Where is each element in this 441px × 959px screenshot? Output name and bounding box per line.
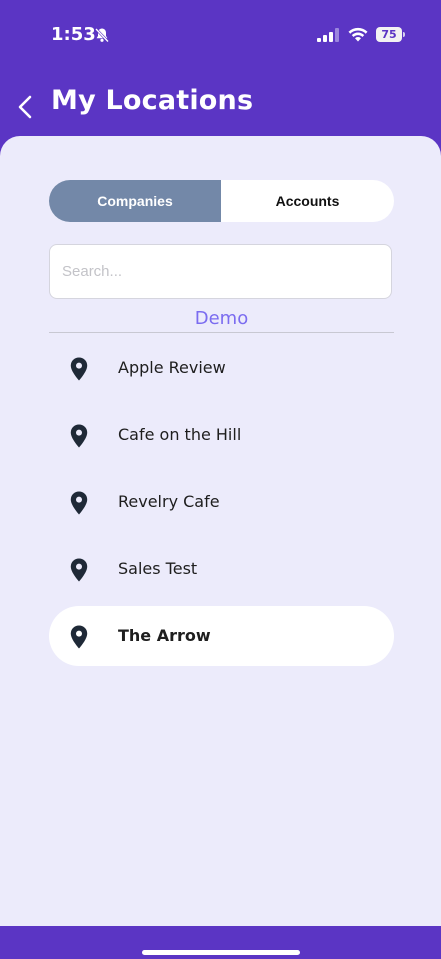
header: My Locations: [0, 70, 441, 140]
segmented-control: Companies Accounts: [49, 180, 394, 222]
battery-level: 75: [376, 27, 402, 42]
cellular-signal-icon: [317, 28, 339, 42]
location-label: Cafe on the Hill: [118, 425, 242, 444]
home-indicator[interactable]: [142, 950, 300, 955]
group-header: Demo: [194, 308, 249, 329]
page-title: My Locations: [51, 85, 254, 116]
map-pin-icon: [70, 558, 88, 582]
map-pin-icon: [70, 491, 88, 515]
map-pin-icon: [70, 625, 88, 649]
status-bar: 1:53 75: [0, 0, 441, 70]
search-box: [49, 244, 392, 299]
wifi-icon: [348, 27, 368, 42]
location-label: Sales Test: [118, 559, 198, 578]
location-item-selected[interactable]: The Arrow: [49, 606, 394, 666]
location-item[interactable]: Cafe on the Hill: [49, 405, 394, 465]
bottom-bar: [0, 926, 441, 959]
location-label: Revelry Cafe: [118, 492, 220, 511]
battery-indicator: 75: [376, 27, 406, 42]
back-chevron-icon[interactable]: [12, 90, 40, 124]
location-label: Apple Review: [118, 358, 226, 377]
search-input[interactable]: [50, 245, 391, 298]
tab-companies[interactable]: Companies: [49, 180, 221, 222]
battery-tip: [403, 32, 405, 37]
location-item[interactable]: Sales Test: [49, 539, 394, 599]
location-label: The Arrow: [118, 626, 211, 645]
status-time: 1:53: [51, 24, 96, 45]
map-pin-icon: [70, 424, 88, 448]
content-panel: Companies Accounts Demo Apple Review Caf…: [0, 136, 441, 926]
tab-accounts[interactable]: Accounts: [221, 180, 394, 222]
location-item[interactable]: Revelry Cafe: [49, 472, 394, 532]
location-item[interactable]: Apple Review: [49, 338, 394, 398]
map-pin-icon: [70, 357, 88, 381]
divider: [49, 332, 394, 333]
bell-slash-icon: [95, 28, 109, 43]
